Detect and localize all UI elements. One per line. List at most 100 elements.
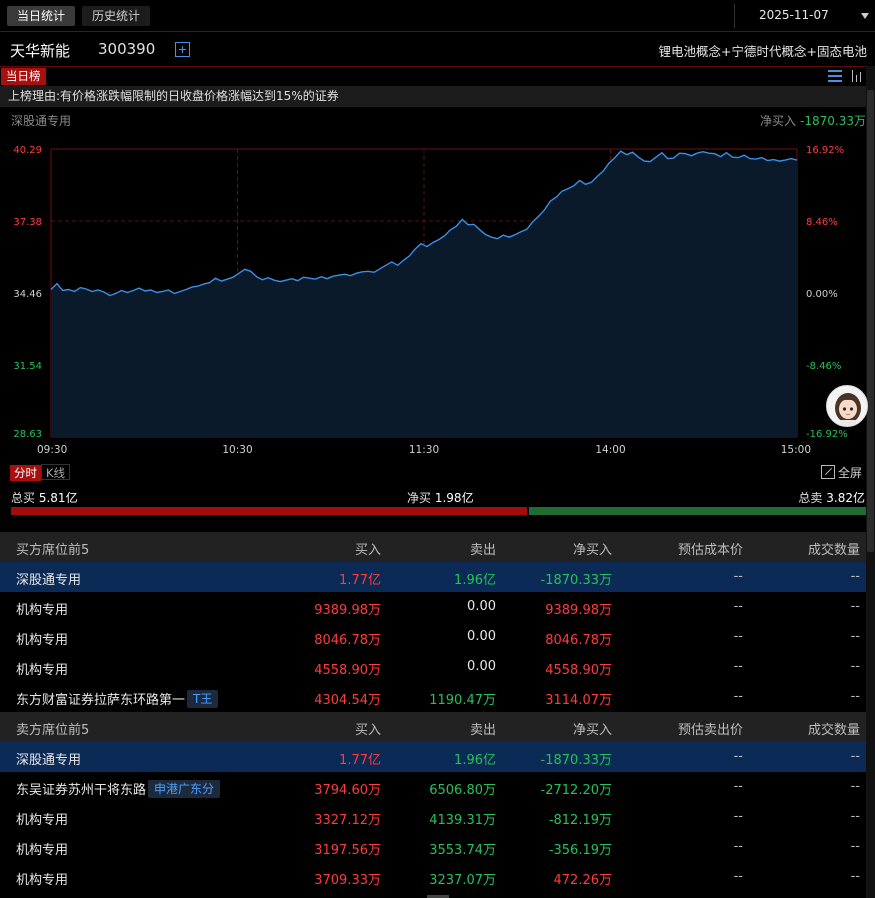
net-amount: 3114.07万 <box>545 693 612 708</box>
buy-amount: 8046.78万 <box>314 633 381 648</box>
header-sell[interactable]: 卖出 <box>470 539 496 558</box>
seat-name[interactable]: 机构专用 <box>16 629 68 648</box>
add-watchlist-icon[interactable] <box>175 42 190 57</box>
volume: -- <box>850 839 860 854</box>
date-picker[interactable]: 2025-11-07 <box>734 4 875 28</box>
header-price: 预估卖出价 <box>677 723 743 738</box>
seat-name[interactable]: 东吴证券苏州干将东路 申港广东分 <box>16 779 221 798</box>
net-amount: 472.26万 <box>553 873 613 888</box>
seat-name-text: 东吴证券苏州干将东路 <box>16 783 147 798</box>
table-row[interactable]: 东方财富证券拉萨东环路第一 T王 4304.54万 1190.47万 3114.07万 -… <box>0 682 866 712</box>
seat-name-text: 深股通专用 <box>16 753 82 768</box>
header-net[interactable]: 净买入 <box>573 539 612 558</box>
volume: -- <box>850 809 860 824</box>
table-header: 卖方席位前5 买入 卖出 净买入 预估卖出价 成交数量 <box>0 712 866 742</box>
total-buy-value: 5.81亿 <box>38 491 78 505</box>
y-tick-label: 40.29 <box>13 145 42 156</box>
list-view-icon[interactable] <box>828 70 842 82</box>
table-row[interactable]: 东吴证券苏州干将东路 申港广东分 3794.60万 6506.80万 -2712.20万… <box>0 772 866 802</box>
y2-tick-label: -16.92% <box>806 429 848 440</box>
totals-bar: 总买 5.81亿 净买 1.98亿 总卖 3.82亿 <box>0 489 866 505</box>
sell-amount: 0.00 <box>467 629 496 644</box>
buy-sell-ratio-bar <box>11 507 866 515</box>
volume: -- <box>850 869 860 884</box>
x-tick-label: 11:30 <box>409 444 439 456</box>
y2-tick-label: -8.46% <box>806 361 841 372</box>
est-price: -- <box>733 839 743 854</box>
table-row[interactable]: 机构专用 3327.12万 4139.31万 -812.19万 -- -- <box>0 802 866 832</box>
net-buy-value: -1870.33万 <box>800 114 866 128</box>
tab-daily-stats[interactable]: 当日统计 <box>7 6 76 26</box>
y-tick-label: 34.46 <box>13 289 42 300</box>
est-price: -- <box>733 629 743 644</box>
seat-name[interactable]: 东方财富证券拉萨东环路第一 T王 <box>16 689 219 708</box>
stock-header: 天华新能 300390 锂电池概念+宁德时代概念+固态电池 <box>0 32 875 66</box>
table-row[interactable]: 机构专用 8046.78万 0.00 8046.78万 -- -- <box>0 622 866 652</box>
est-price: -- <box>733 599 743 614</box>
daily-list-tag[interactable]: 当日榜 <box>1 68 46 85</box>
tab-kline[interactable]: K线 <box>41 464 71 480</box>
fullscreen-button[interactable]: 全屏 <box>821 464 862 481</box>
header-net[interactable]: 净买入 <box>573 719 612 738</box>
fullscreen-label: 全屏 <box>838 466 863 480</box>
buy-seats-table: 买方席位前5 买入 卖出 净买入 预估成本价 成交数量 深股通专用 1.77亿 1.… <box>0 532 866 712</box>
seat-name-text: 深股通专用 <box>16 573 82 588</box>
header-buy[interactable]: 买入 <box>355 719 381 738</box>
volume: -- <box>850 779 860 794</box>
sell-amount: 1190.47万 <box>429 693 496 708</box>
table-row[interactable]: 机构专用 4558.90万 0.00 4558.90万 -- -- <box>0 652 866 682</box>
seat-name[interactable]: 机构专用 <box>16 839 68 858</box>
table-row[interactable]: 机构专用 9389.98万 0.00 9389.98万 -- -- <box>0 592 866 622</box>
net-amount: -356.19万 <box>548 843 612 858</box>
net-buy-summary: 净买入 -1870.33万 <box>760 112 866 129</box>
header-buy[interactable]: 买入 <box>355 539 381 558</box>
table-row[interactable]: 深股通专用 1.77亿 1.96亿 -1870.33万 -- -- <box>0 742 866 772</box>
x-tick-label: 14:00 <box>595 444 625 456</box>
volume: -- <box>850 569 860 584</box>
seat-name[interactable]: 深股通专用 <box>16 749 81 768</box>
buy-amount: 1.77亿 <box>339 753 381 768</box>
table-row[interactable]: 深股通专用 1.77亿 1.96亿 -1870.33万 -- -- <box>0 562 866 592</box>
sell-seats-table: 卖方席位前5 买入 卖出 净买入 预估卖出价 成交数量 深股通专用 1.77亿 1.… <box>0 712 866 892</box>
total-sell-label: 总卖 <box>798 491 823 505</box>
bar-chart-icon[interactable] <box>851 70 864 82</box>
table-row[interactable]: 机构专用 3709.33万 3237.07万 472.26万 -- -- <box>0 862 866 892</box>
seat-name-text: 机构专用 <box>16 663 69 678</box>
table-row[interactable]: 机构专用 3197.56万 3553.74万 -356.19万 -- -- <box>0 832 866 862</box>
seat-badge[interactable]: 申港广东分 <box>148 780 221 798</box>
total-sell: 总卖 3.82亿 <box>798 489 865 506</box>
intraday-chart[interactable]: 40.29 16.92% 37.38 8.46% 34.46 0.00% 31.54 -8.4… <box>0 140 866 460</box>
list-bar: 当日榜 <box>0 66 866 86</box>
seat-name[interactable]: 机构专用 <box>16 809 68 828</box>
net-amount: -1870.33万 <box>540 753 612 768</box>
tab-history-stats[interactable]: 历史统计 <box>82 6 151 26</box>
seat-badge[interactable]: T王 <box>187 690 219 708</box>
y-tick-label: 37.38 <box>13 217 42 228</box>
assistant-avatar-icon[interactable] <box>826 385 868 427</box>
seat-name[interactable]: 机构专用 <box>16 869 68 888</box>
buy-amount: 4558.90万 <box>314 663 381 678</box>
tab-intraday[interactable]: 分时 <box>10 465 41 481</box>
sell-amount: 3237.07万 <box>429 873 496 888</box>
sell-amount: 1.96亿 <box>454 753 496 768</box>
sell-amount: 4139.31万 <box>429 813 496 828</box>
y2-tick-label: 8.46% <box>806 217 838 228</box>
header-volume: 成交数量 <box>807 543 860 558</box>
buy-amount: 3709.33万 <box>314 873 381 888</box>
buy-amount: 4304.54万 <box>314 693 381 708</box>
scrollbar-thumb[interactable] <box>867 90 874 552</box>
seat-name[interactable]: 机构专用 <box>16 599 68 618</box>
x-tick-label: 09:30 <box>37 444 67 456</box>
stock-name[interactable]: 天华新能 <box>10 40 70 61</box>
volume: -- <box>850 629 860 644</box>
seat-name[interactable]: 深股通专用 <box>16 569 81 588</box>
volume: -- <box>850 749 860 764</box>
seat-name-text: 机构专用 <box>16 633 69 648</box>
y-tick-label: 31.54 <box>13 361 42 372</box>
net-amount: 4558.90万 <box>545 663 612 678</box>
seat-name[interactable]: 机构专用 <box>16 659 68 678</box>
total-net-label: 净买 <box>407 491 432 505</box>
header-sell[interactable]: 卖出 <box>470 719 496 738</box>
listing-reason: 上榜理由:有价格涨跌幅限制的日收盘价格涨幅达到15%的证券 <box>0 86 866 107</box>
sell-amount: 6506.80万 <box>429 783 496 798</box>
